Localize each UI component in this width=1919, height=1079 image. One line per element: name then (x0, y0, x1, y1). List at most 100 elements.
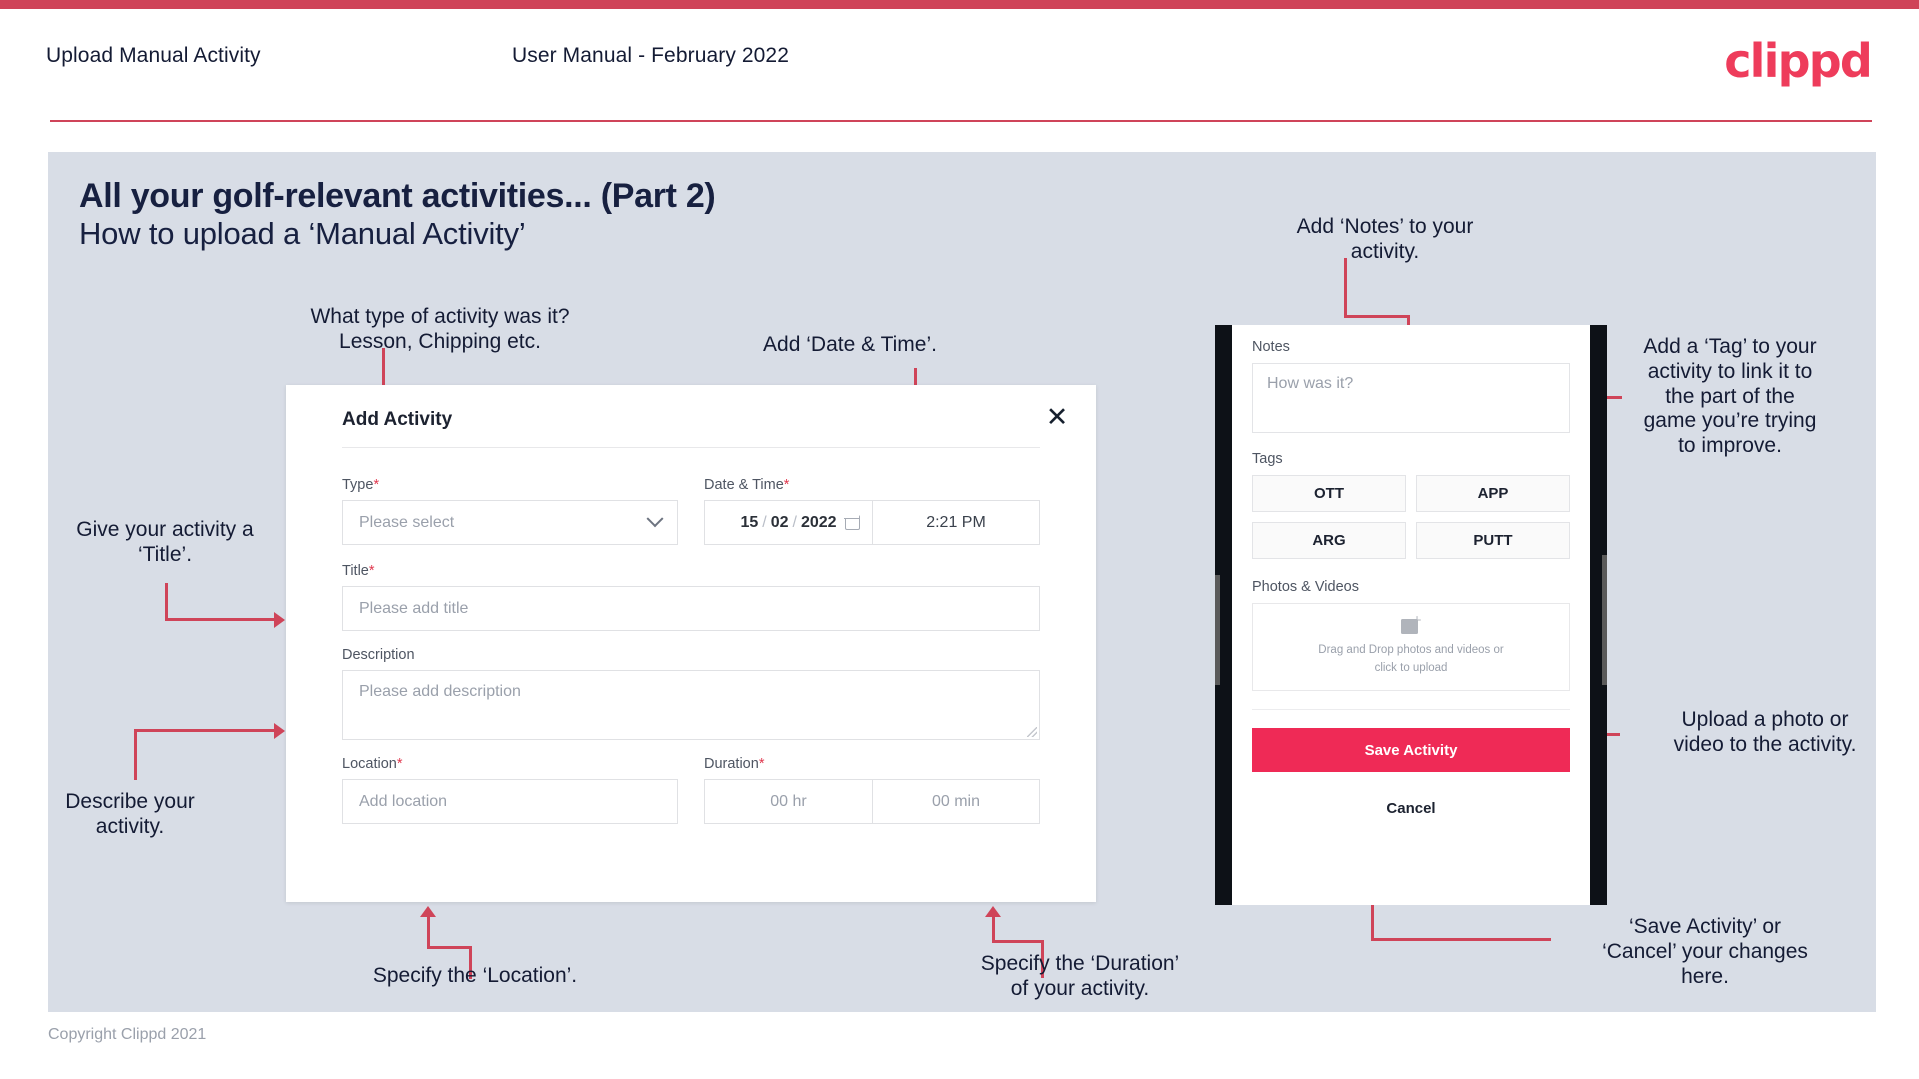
type-select-placeholder: Please select (359, 513, 455, 531)
type-select[interactable]: Please select (342, 500, 678, 545)
datetime-label: Date & Time* (704, 477, 1040, 493)
tags-label: Tags (1252, 451, 1283, 467)
annotation-tags: Add a ‘Tag’ to your activity to link it … (1643, 335, 1817, 458)
connector-sc-h (1371, 938, 1551, 941)
connector-desc-h (134, 729, 278, 732)
date-input[interactable]: 15 / 02 / 2022 (704, 500, 872, 545)
notes-input[interactable]: How was it? (1252, 363, 1570, 433)
duration-field-group: Duration* 00 hr 00 min (704, 756, 1040, 824)
annotation-duration: Specify the ‘Duration’ of your activity. (980, 952, 1180, 1000)
description-field-group: Description Please add description (342, 647, 1040, 740)
annotation-description: Describe your activity. (65, 790, 195, 838)
date-sep-2: / (792, 513, 797, 531)
location-field-group: Location* Add location (342, 756, 678, 824)
phone-screen: Notes How was it? Tags OTT APP ARG PUTT … (1232, 325, 1590, 905)
datetime-inputs: 15 / 02 / 2022 2:21 PM (704, 500, 1040, 545)
dropzone-text-line2: click to upload (1374, 661, 1448, 674)
phone-mockup: Notes How was it? Tags OTT APP ARG PUTT … (1215, 325, 1607, 905)
connector-desc-arrow (274, 723, 285, 739)
date-month: 02 (770, 513, 789, 531)
description-label: Description (342, 647, 1040, 663)
activity-form: Type* Please select Date & Time* 15 / 02… (342, 477, 1040, 824)
annotation-location: Specify the ‘Location’. (372, 964, 578, 987)
phone-content: Notes How was it? Tags OTT APP ARG PUTT … (1232, 325, 1590, 829)
tags-grid: OTT APP ARG PUTT (1252, 475, 1570, 559)
phone-divider (1252, 709, 1570, 710)
title-label-text: Title (342, 563, 369, 579)
connector-dur-v1 (992, 915, 995, 943)
date-day: 15 (740, 513, 759, 531)
add-image-icon: + (1401, 613, 1422, 635)
calendar-icon[interactable] (844, 514, 860, 530)
photos-videos-label: Photos & Videos (1252, 579, 1359, 595)
type-label: Type* (342, 477, 678, 493)
tag-button-app[interactable]: APP (1416, 475, 1570, 512)
page-subtitle: User Manual - February 2022 (512, 44, 789, 67)
annotation-upload: Upload a photo or video to the activity. (1673, 708, 1857, 756)
cancel-button[interactable]: Cancel (1252, 788, 1570, 829)
tag-button-arg[interactable]: ARG (1252, 522, 1406, 559)
form-row-location-duration: Location* Add location Duration* 00 hr 0… (342, 756, 1040, 824)
connector-loc-h (427, 946, 472, 949)
dialog-header: Add Activity ✕ (286, 385, 1096, 447)
top-accent-bar (0, 0, 1919, 9)
tag-button-putt[interactable]: PUTT (1416, 522, 1570, 559)
add-activity-dialog: Add Activity ✕ Type* Please select Date … (286, 385, 1096, 902)
connector-desc-v (134, 729, 137, 780)
title-field-group: Title* Please add title (342, 563, 1040, 631)
description-label-text: Description (342, 647, 415, 663)
page-title: Upload Manual Activity (46, 44, 261, 67)
plus-shape: + (1411, 613, 1422, 628)
annotation-save-cancel: ‘Save Activity’ or ‘Cancel’ your changes… (1602, 915, 1808, 988)
location-input[interactable]: Add location (342, 779, 678, 824)
connector-title-arrow (274, 612, 285, 628)
duration-required-mark: * (758, 756, 765, 772)
dialog-divider (342, 447, 1040, 448)
slide-page: Upload Manual Activity User Manual - Feb… (0, 0, 1919, 1079)
header-divider (50, 120, 1872, 122)
title-required-mark: * (368, 563, 375, 579)
connector-title-v (165, 583, 168, 621)
title-input[interactable]: Please add title (342, 586, 1040, 631)
chevron-down-icon (646, 509, 664, 527)
datetime-required-mark: * (783, 477, 790, 493)
type-field-group: Type* Please select (342, 477, 678, 545)
duration-label: Duration* (704, 756, 1040, 772)
notes-label: Notes (1252, 339, 1290, 355)
location-label: Location* (342, 756, 678, 772)
dropzone-text: Drag and Drop photos and videos or click… (1318, 642, 1503, 677)
duration-hours-input[interactable]: 00 hr (704, 779, 872, 824)
datetime-label-text: Date & Time (704, 477, 784, 493)
clippd-logo: clippd (1724, 34, 1873, 88)
description-input[interactable]: Please add description (342, 670, 1040, 740)
duration-label-text: Duration (704, 756, 759, 772)
connector-notes-h (1344, 315, 1410, 318)
close-icon[interactable]: ✕ (1040, 400, 1074, 434)
dialog-title: Add Activity (342, 409, 453, 430)
datetime-field-group: Date & Time* 15 / 02 / 2022 2:21 PM (704, 477, 1040, 545)
resize-handle[interactable] (1027, 727, 1037, 737)
photo-dropzone[interactable]: + Drag and Drop photos and videos or cli… (1252, 603, 1570, 691)
date-year: 2022 (800, 513, 837, 531)
annotation-type: What type of activity was it? Lesson, Ch… (310, 305, 570, 353)
annotation-datetime: Add ‘Date & Time’. (763, 333, 937, 356)
slide-subheading: How to upload a ‘Manual Activity’ (79, 216, 526, 251)
description-placeholder: Please add description (359, 683, 521, 700)
phone-power-button (1602, 555, 1607, 685)
location-required-mark: * (396, 756, 403, 772)
type-required-mark: * (373, 477, 380, 493)
date-sep-1: / (762, 513, 767, 531)
duration-minutes-input[interactable]: 00 min (872, 779, 1040, 824)
annotation-notes: Add ‘Notes’ to your activity. (1296, 215, 1474, 263)
time-input[interactable]: 2:21 PM (872, 500, 1040, 545)
tag-button-ott[interactable]: OTT (1252, 475, 1406, 512)
form-row-type-datetime: Type* Please select Date & Time* 15 / 02… (342, 477, 1040, 545)
annotation-title: Give your activity a ‘Title’. (76, 518, 254, 566)
slide-heading: All your golf-relevant activities... (Pa… (79, 177, 716, 215)
location-label-text: Location (342, 756, 397, 772)
save-activity-button[interactable]: Save Activity (1252, 728, 1570, 772)
duration-inputs: 00 hr 00 min (704, 779, 1040, 824)
connector-loc-v1 (427, 915, 430, 948)
phone-volume-button (1215, 575, 1220, 685)
connector-title-h (165, 618, 277, 621)
